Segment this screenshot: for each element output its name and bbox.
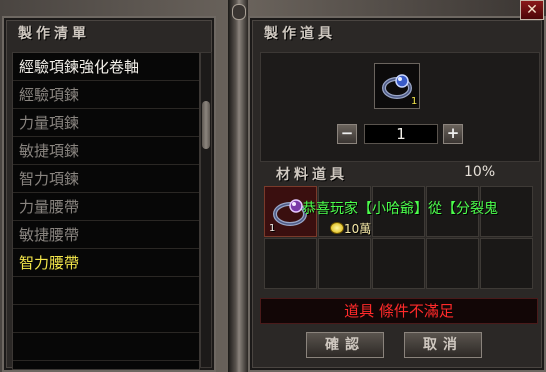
list-item[interactable]: 經驗項鍊 [13, 81, 199, 109]
panel-divider [228, 0, 248, 372]
crafting-list-panel: 製作清單 經驗項鍊強化卷軸 經驗項鍊 力量項鍊 敏捷項鍊 智力項鍊 力量腰帶 敏捷腰帶 智力腰… [2, 16, 216, 372]
list-item[interactable]: 智力項鍊 [13, 165, 199, 193]
crafting-item-panel: 製作道具 1 − 1 + 材料道具 10% 1 道具 條件不滿足 確認 取消 [248, 16, 546, 372]
increase-quantity-button[interactable]: + [443, 124, 463, 144]
success-rate: 10% [464, 164, 496, 180]
coin-icon [330, 222, 344, 234]
material-slot[interactable] [426, 238, 479, 289]
crafting-list: 經驗項鍊強化卷軸 經驗項鍊 力量項鍊 敏捷項鍊 智力項鍊 力量腰帶 敏捷腰帶 智力腰帶 [12, 52, 200, 370]
scrollbar-thumb[interactable] [202, 101, 210, 149]
product-count: 1 [411, 96, 418, 107]
product-area: 1 − 1 + [260, 52, 540, 162]
crafting-item-title: 製作道具 [264, 26, 336, 42]
list-item[interactable]: 敏捷腰帶 [13, 221, 199, 249]
cancel-button[interactable]: 取消 [404, 332, 482, 358]
status-message: 道具 條件不滿足 [260, 298, 538, 324]
decrease-quantity-button[interactable]: − [337, 124, 357, 144]
crafting-list-title: 製作清單 [18, 26, 90, 42]
list-item[interactable]: 智力腰帶 [13, 249, 199, 277]
list-item[interactable]: 力量項鍊 [13, 109, 199, 137]
confirm-button[interactable]: 確認 [306, 332, 384, 358]
material-slot[interactable] [372, 238, 425, 289]
scrollbar[interactable] [200, 52, 212, 368]
system-chat-message: 恭喜玩家【小哈爺】從【分裂鬼 [302, 201, 498, 217]
close-button[interactable]: ✕ [520, 0, 544, 20]
list-item[interactable]: 力量腰帶 [13, 193, 199, 221]
material-slot[interactable] [480, 238, 533, 289]
product-slot[interactable]: 1 [374, 63, 420, 109]
materials-title: 材料道具 [276, 167, 348, 183]
materials-header: 材料道具 10% [260, 164, 538, 184]
material-slot[interactable] [318, 238, 371, 289]
material-slot[interactable] [264, 238, 317, 289]
list-item[interactable]: 經驗項鍊強化卷軸 [13, 53, 199, 81]
ornament-icon [232, 4, 246, 20]
empty-list-row [13, 277, 199, 305]
empty-list-row [13, 305, 199, 333]
list-item[interactable]: 敏捷項鍊 [13, 137, 199, 165]
material-count: 1 [269, 223, 276, 234]
coin-label: 10萬 [344, 222, 372, 236]
empty-list-row [13, 333, 199, 361]
quantity-field[interactable]: 1 [364, 124, 438, 144]
